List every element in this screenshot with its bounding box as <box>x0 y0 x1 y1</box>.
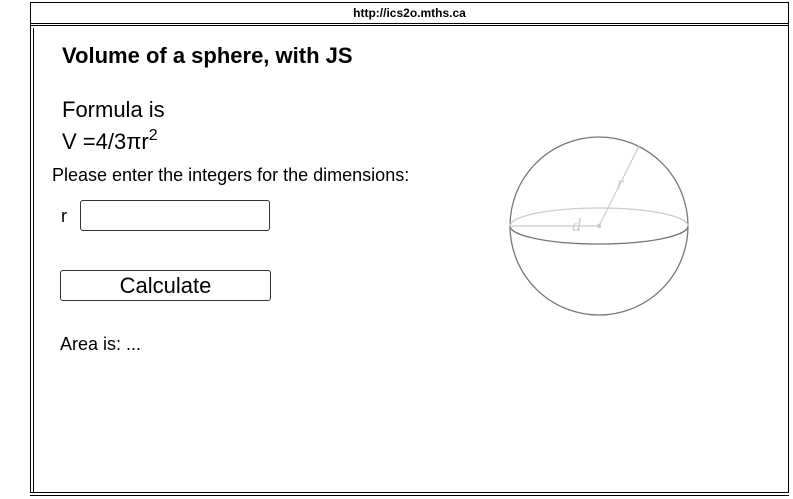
equator-back <box>509 207 689 227</box>
url-text: http://ics2o.mths.ca <box>353 6 466 20</box>
radius-symbol: r <box>617 173 625 193</box>
formula-text: V =4/3πr <box>62 129 149 154</box>
bottom-border <box>30 495 789 496</box>
diameter-symbol: d <box>572 215 582 235</box>
result-text: Area is: ... <box>60 334 142 354</box>
formula-exponent: 2 <box>148 127 158 144</box>
equator-front <box>509 225 689 245</box>
radius-label: r <box>61 206 67 226</box>
calculate-button[interactable]: Calculate <box>60 270 271 301</box>
page-title: Volume of a sphere, with JS <box>62 43 353 68</box>
radius-input[interactable] <box>80 200 270 231</box>
instructions-text: Please enter the integers for the dimens… <box>52 165 410 185</box>
formula-label: Formula is <box>62 97 165 122</box>
url-bar: http://ics2o.mths.ca <box>31 3 788 26</box>
formula: V =4/3πr2 <box>62 127 158 155</box>
sphere-diagram: d r <box>509 136 689 316</box>
center-point <box>596 223 602 229</box>
